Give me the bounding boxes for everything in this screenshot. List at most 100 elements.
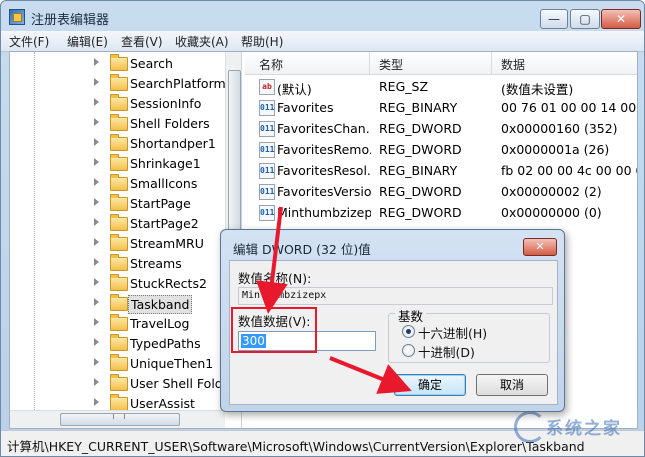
column-header-data[interactable]: 数据 [501,56,525,73]
expand-arrow-icon[interactable] [94,358,99,366]
value-row[interactable]: 011 Minthumbzizepx REG_DWORD 0x00000000 (0) [245,202,637,223]
expand-arrow-icon[interactable] [94,58,99,66]
binary-value-icon: 011 [259,121,275,137]
tree-item[interactable]: TypedPaths [10,334,225,354]
tree-item[interactable]: StreamMRU [10,234,225,254]
value-name-cell: Minthumbzizepx [277,205,371,220]
expand-arrow-icon[interactable] [94,378,99,386]
maximize-button[interactable]: ▢ [570,9,600,29]
expand-arrow-icon[interactable] [94,118,99,126]
value-name-field: Minthumbzizepx [238,287,553,305]
tree-item-label: Streams [130,256,182,271]
expand-arrow-icon[interactable] [94,338,99,346]
menu-edit[interactable]: 编辑(E) [67,33,108,50]
value-name-cell: Favorites [277,100,334,115]
value-data-cell: 0x0000001a (26) [501,142,610,157]
tree-item[interactable]: Shortandper1 [10,134,225,154]
close-button[interactable]: ✕ [601,9,641,29]
value-row[interactable]: 011 FavoritesResol... REG_BINARY fb 02 00 0… [245,160,637,181]
tree-item-label: Shortandper1 [130,136,216,151]
folder-icon [110,334,128,351]
tree-item[interactable]: Taskband [10,294,225,314]
value-name-cell: FavoritesRemo... [277,142,371,157]
regedit-app-icon [9,9,25,25]
tree-horizontal-scrollbar[interactable] [10,410,225,428]
binary-value-icon: 011 [259,163,275,179]
tree-item[interactable]: Search [10,54,225,74]
expand-arrow-icon[interactable] [94,318,99,326]
column-header-name[interactable]: 名称 [259,56,283,73]
value-row[interactable]: 011 Favorites REG_BINARY 00 76 01 00 00 14 … [245,97,637,118]
watermark: 系统之家 [514,408,640,443]
dialog-close-button[interactable]: ✕ [523,238,557,256]
scroll-grip-icon [113,414,125,419]
radio-decimal-label[interactable]: 十进制(D) [418,342,475,361]
value-type-cell: REG_DWORD [379,184,462,199]
tree-item[interactable]: StuckRects2 [10,274,225,294]
tree-item[interactable]: SessionInfo [10,94,225,114]
value-row[interactable]: 011 FavoritesRemo... REG_DWORD 0x0000001a (… [245,139,637,160]
expand-arrow-icon[interactable] [94,238,99,246]
value-row[interactable]: 011 FavoritesVersion REG_DWORD 0x00000002 (… [245,181,637,202]
radio-hexadecimal-label[interactable]: 十六进制(H) [418,323,487,342]
expand-arrow-icon[interactable] [94,298,99,306]
tree-item[interactable]: Shell Folders [10,114,225,134]
value-name-cell: FavoritesChan... [277,121,371,136]
tree-item[interactable]: StartPage2 [10,214,225,234]
tree-item[interactable]: Streams [10,254,225,274]
tree-item[interactable]: User Shell Folders [10,374,241,394]
menu-view[interactable]: 查看(V) [121,33,163,50]
tree-item-label: StartPage [130,196,191,211]
menu-help[interactable]: 帮助(H) [241,33,283,50]
window-title: 注册表编辑器 [31,13,110,28]
cancel-button[interactable]: 取消 [476,374,548,396]
value-data-cell: 00 76 01 00 00 14 00 1f 80 [501,100,637,115]
folder-icon [110,314,128,331]
expand-arrow-icon[interactable] [94,158,99,166]
expand-arrow-icon[interactable] [94,198,99,206]
menu-file[interactable]: 文件(F) [9,33,49,50]
value-name-cell: FavoritesResol... [277,163,371,178]
tree-item-label: Shell Folders [130,116,210,131]
tree-item[interactable]: TravelLog [10,314,225,334]
folder-icon [110,394,128,411]
status-path: 计算机\HKEY_CURRENT_USER\Software\Microsoft… [7,439,585,454]
expand-arrow-icon[interactable] [94,398,99,406]
value-data-cell: fb 02 00 00 4c 00 00 00 01 [501,163,637,178]
tree-item[interactable]: SmallIcons [10,174,225,194]
value-data-cell: (数值未设置) [501,82,574,97]
expand-arrow-icon[interactable] [94,98,99,106]
registry-key-tree[interactable]: Search SearchPlatform SessionInfo Shell Fol… [10,52,242,428]
expand-arrow-icon[interactable] [94,258,99,266]
folder-icon [110,294,128,311]
value-row[interactable]: 011 FavoritesChan... REG_DWORD 0x00000160 (… [245,118,637,139]
expand-arrow-icon[interactable] [94,138,99,146]
tree-item-label: StuckRects2 [130,276,207,291]
value-row[interactable]: ab (默认) REG_SZ (数值未设置) [245,76,637,97]
tree-item[interactable]: Shrinkage1 [10,154,225,174]
folder-icon [110,214,128,231]
binary-value-icon: 011 [259,184,275,200]
expand-arrow-icon[interactable] [94,178,99,186]
binary-value-icon: 011 [259,205,275,221]
radio-decimal[interactable] [402,344,415,357]
tree-item[interactable]: SearchPlatform [10,74,226,94]
expand-arrow-icon[interactable] [94,218,99,226]
value-data-cell: 0x00000002 (2) [501,184,602,199]
minimize-button[interactable]: — [540,9,568,29]
menu-favorites[interactable]: 收藏夹(A) [175,33,229,50]
column-separator[interactable] [369,52,370,74]
tree-item[interactable]: UniqueThen1 [10,354,225,374]
expand-arrow-icon[interactable] [94,278,99,286]
tree-item[interactable]: StartPage [10,194,225,214]
expand-arrow-icon[interactable] [94,78,99,86]
tree-item-label: UniqueThen1 [130,356,214,371]
folder-icon [110,274,128,291]
radio-hexadecimal[interactable] [402,325,415,338]
column-separator[interactable] [491,52,492,74]
column-header-type[interactable]: 类型 [379,56,403,73]
tree-item-label: SmallIcons [130,176,198,191]
value-data-cell: 0x00000160 (352) [501,121,618,136]
ok-button[interactable]: 确定 [394,374,466,396]
string-value-icon: ab [259,79,275,95]
